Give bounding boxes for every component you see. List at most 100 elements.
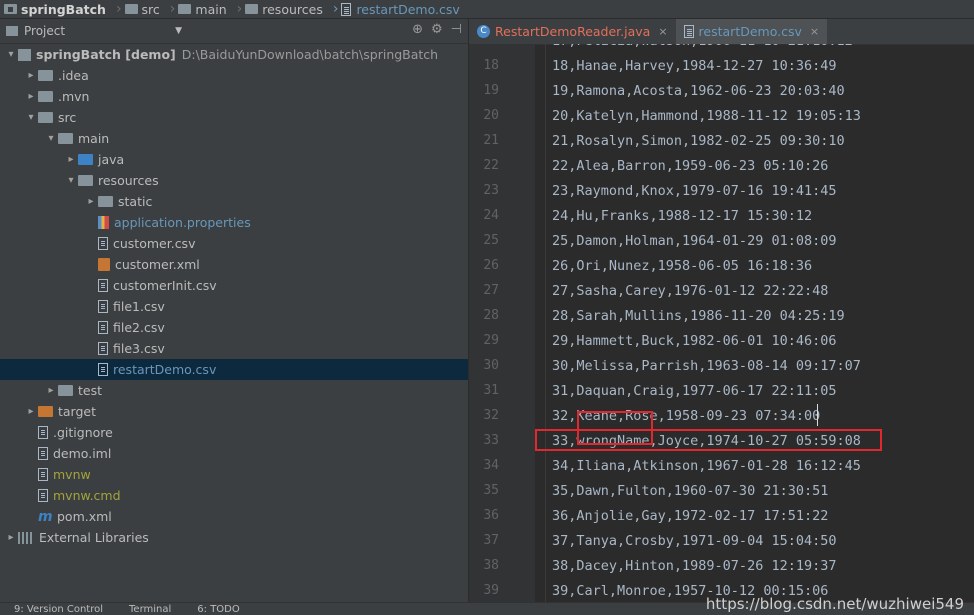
tree-item[interactable]: ▸ java bbox=[0, 149, 468, 170]
tree-item-label: customerInit.csv bbox=[113, 278, 217, 293]
code-text: 21,Rosalyn,Simon,1982-02-25 09:30:10 bbox=[552, 132, 845, 149]
file-icon bbox=[98, 342, 108, 355]
folder-icon bbox=[58, 385, 73, 396]
tree-item[interactable]: file2.csv bbox=[0, 317, 468, 338]
line-number: 27 bbox=[483, 283, 499, 298]
collapsed-arrow-icon[interactable]: ▸ bbox=[24, 406, 38, 417]
bottom-tool-0[interactable]: 9: Version Control bbox=[14, 604, 103, 615]
expanded-arrow-icon[interactable]: ▾ bbox=[64, 175, 78, 186]
tree-item[interactable]: m pom.xml bbox=[0, 506, 468, 527]
collapsed-arrow-icon[interactable]: ▸ bbox=[84, 196, 98, 207]
code-text: 36,Anjolie,Gay,1972-02-17 17:51:22 bbox=[552, 507, 829, 524]
collapsed-arrow-icon[interactable]: ▸ bbox=[24, 70, 38, 81]
collapsed-arrow-icon[interactable]: ▸ bbox=[24, 91, 38, 102]
tree-item[interactable]: customerInit.csv bbox=[0, 275, 468, 296]
code-text: 29,Hammett,Buck,1982-06-01 10:46:06 bbox=[552, 332, 837, 349]
code-line: 36 36,Anjolie,Gay,1972-02-17 17:51:22 bbox=[469, 503, 974, 528]
code-text: 23,Raymond,Knox,1979-07-16 19:41:45 bbox=[552, 182, 837, 199]
tree-item[interactable]: .gitignore bbox=[0, 422, 468, 443]
tree-item[interactable]: demo.iml bbox=[0, 443, 468, 464]
breadcrumb-item[interactable]: › resources bbox=[227, 1, 323, 17]
tree-item[interactable]: ▾ main bbox=[0, 128, 468, 149]
project-panel-header[interactable]: Project ▼ ⊕ ⚙ ⊣ bbox=[0, 19, 468, 44]
collapsed-arrow-icon[interactable]: ▸ bbox=[44, 385, 58, 396]
line-number: 35 bbox=[483, 483, 499, 498]
tree-item[interactable]: ▸ .mvn bbox=[0, 86, 468, 107]
module-icon bbox=[4, 4, 17, 14]
tree-item[interactable]: mvnw bbox=[0, 464, 468, 485]
hide-icon[interactable]: ⊣ bbox=[451, 22, 462, 37]
tree-item[interactable]: file1.csv bbox=[0, 296, 468, 317]
code-line: 35 35,Dawn,Fulton,1960-07-30 21:30:51 bbox=[469, 478, 974, 503]
code-line: 22 22,Alea,Barron,1959-06-23 05:10:26 bbox=[469, 153, 974, 178]
tab-restartdemo-csv[interactable]: restartDemo.csv × bbox=[675, 19, 828, 44]
tree-item-label: customer.csv bbox=[113, 236, 196, 251]
tree-item[interactable]: ▸ target bbox=[0, 401, 468, 422]
editor-tabs: C RestartDemoReader.java × restartDemo.csv × bbox=[469, 19, 974, 45]
tree-item-label: file1.csv bbox=[113, 299, 165, 314]
tree-item[interactable]: ▾ src bbox=[0, 107, 468, 128]
xml-file-icon bbox=[98, 258, 110, 271]
expanded-arrow-icon[interactable]: ▾ bbox=[4, 49, 18, 60]
settings-icon[interactable]: ⚙ bbox=[431, 22, 443, 37]
watermark: https://blog.csdn.net/wuzhiwei549 bbox=[705, 595, 964, 613]
code-line: 28 28,Sarah,Mullins,1986-11-20 04:25:19 bbox=[469, 303, 974, 328]
breadcrumb-item[interactable]: › main bbox=[160, 1, 227, 17]
code-line: 31 31,Daquan,Craig,1977-06-17 22:11:05 bbox=[469, 378, 974, 403]
breadcrumb-item[interactable]: springBatch bbox=[0, 2, 106, 17]
line-number: 29 bbox=[483, 333, 499, 348]
tree-item[interactable]: ▸ External Libraries bbox=[0, 527, 468, 548]
chevron-down-icon[interactable]: ▼ bbox=[175, 26, 182, 36]
tree-item[interactable]: ▾ resources bbox=[0, 170, 468, 191]
line-number: 24 bbox=[483, 208, 499, 223]
excluded-folder-icon bbox=[38, 406, 53, 417]
tree-item-label: java bbox=[98, 152, 125, 167]
close-icon[interactable]: × bbox=[658, 25, 667, 38]
breadcrumb-separator: › bbox=[115, 1, 122, 17]
tree-item[interactable]: customer.xml bbox=[0, 254, 468, 275]
expanded-arrow-icon[interactable]: ▾ bbox=[24, 112, 38, 123]
bottom-tool-2[interactable]: 6: TODO bbox=[197, 604, 239, 615]
tree-item[interactable]: ▸ test bbox=[0, 380, 468, 401]
close-icon[interactable]: × bbox=[810, 25, 819, 38]
breadcrumb-label: restartDemo.csv bbox=[356, 1, 460, 17]
tree-item-label: main bbox=[78, 131, 110, 146]
file-icon bbox=[38, 426, 48, 439]
code-text: 28,Sarah,Mullins,1986-11-20 04:25:19 bbox=[552, 307, 845, 324]
project-icon bbox=[6, 26, 18, 36]
breadcrumb-item[interactable]: › restartDemo.csv bbox=[323, 1, 460, 17]
collapsed-arrow-icon[interactable]: ▸ bbox=[4, 532, 18, 543]
code-text: 22,Alea,Barron,1959-06-23 05:10:26 bbox=[552, 157, 829, 174]
folder-icon bbox=[38, 70, 53, 81]
file-icon bbox=[98, 363, 108, 376]
file-icon bbox=[38, 468, 48, 481]
highlight-box-name bbox=[577, 411, 653, 445]
tree-item[interactable]: mvnw.cmd bbox=[0, 485, 468, 506]
library-icon bbox=[18, 531, 34, 544]
line-number: 38 bbox=[483, 558, 499, 573]
tree-item[interactable]: customer.csv bbox=[0, 233, 468, 254]
code-view[interactable]: 17,Felicia,Watson,1966-11-10 21:10:12181… bbox=[469, 44, 974, 602]
tree-item-label: file2.csv bbox=[113, 320, 165, 335]
tree-item[interactable]: file3.csv bbox=[0, 338, 468, 359]
tree-item[interactable]: ▾ springBatch [demo] D:\BaiduYunDownload\b… bbox=[0, 44, 468, 65]
line-number: 23 bbox=[483, 183, 499, 198]
expanded-arrow-icon[interactable]: ▾ bbox=[44, 133, 58, 144]
globe-icon[interactable]: ⊕ bbox=[412, 22, 423, 37]
bottom-tool-1[interactable]: Terminal bbox=[129, 604, 171, 615]
tree-item[interactable]: ▸ static bbox=[0, 191, 468, 212]
file-icon bbox=[341, 2, 352, 16]
tree-item[interactable]: ▸ .idea bbox=[0, 65, 468, 86]
tree-item[interactable]: application.properties bbox=[0, 212, 468, 233]
folder-icon bbox=[38, 91, 53, 102]
tree-item[interactable]: restartDemo.csv bbox=[0, 359, 468, 380]
code-line: 38 38,Dacey,Hinton,1989-07-26 12:19:37 bbox=[469, 553, 974, 578]
code-line: 23 23,Raymond,Knox,1979-07-16 19:41:45 bbox=[469, 178, 974, 203]
collapsed-arrow-icon[interactable]: ▸ bbox=[64, 154, 78, 165]
code-line-partial: 17,Felicia,Watson,1966-11-10 21:10:12 bbox=[469, 44, 974, 53]
breadcrumb-item[interactable]: › src bbox=[106, 1, 160, 17]
tab-restartdemoreader-java[interactable]: C RestartDemoReader.java × bbox=[469, 19, 676, 44]
breadcrumb-label: main bbox=[195, 1, 227, 17]
tree-item-label: target bbox=[58, 404, 97, 419]
code-line: 27 27,Sasha,Carey,1976-01-12 22:22:48 bbox=[469, 278, 974, 303]
